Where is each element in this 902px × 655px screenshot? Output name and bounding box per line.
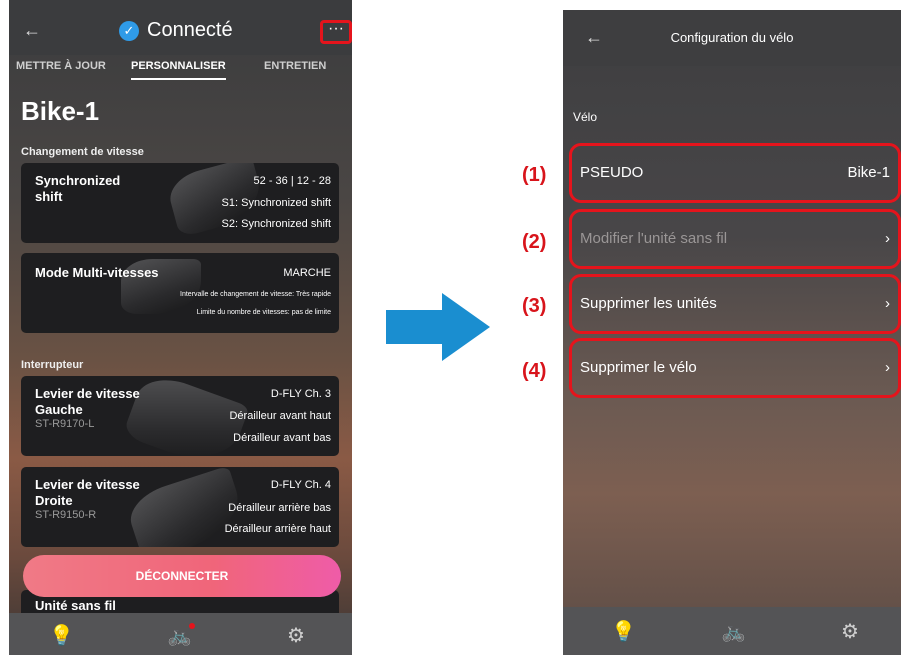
right-arrow-icon [386, 293, 490, 361]
page-title: Configuration du vélo [670, 30, 794, 45]
header: ← ✓ Connecté ··· [9, 0, 352, 55]
card-title: Unité sans fil [35, 598, 116, 613]
right-phone-screen: ← Configuration du vélo Vélo PSEUDO Bike… [563, 10, 901, 655]
bike-icon[interactable]: 🚲 [721, 619, 746, 644]
row-label: PSEUDO [580, 164, 644, 181]
status-label: Connecté [147, 19, 233, 41]
card-detail: Dérailleur arrière bas [228, 502, 331, 514]
card-detail: S1: Synchronized shift [221, 197, 331, 209]
row-label: Supprimer le vélo [580, 359, 697, 376]
tab-bar: METTRE À JOUR PERSONNALISER ENTRETIEN [9, 60, 352, 86]
card-value: 52 - 36 | 12 - 28 [253, 175, 331, 187]
card-detail: Intervalle de changement de vitesse: Trè… [180, 291, 331, 298]
row-value: Bike-1 [847, 164, 890, 181]
header: ← Configuration du vélo [563, 10, 901, 66]
bulb-icon[interactable]: 💡 [49, 623, 74, 648]
card-model: ST-R9170-L [35, 418, 95, 430]
gear-icon[interactable]: ⚙ [287, 623, 305, 648]
card-detail: Dérailleur arrière haut [224, 523, 331, 535]
left-phone-screen: ← ✓ Connecté ··· METTRE À JOUR PERSONNAL… [9, 0, 352, 655]
card-detail: Dérailleur avant haut [229, 410, 331, 422]
card-value: MARCHE [283, 267, 331, 279]
card-value: D-FLY Ch. 4 [270, 479, 331, 491]
callout-number: (2) [522, 231, 547, 253]
tab-maintenance[interactable]: ENTRETIEN [264, 60, 326, 72]
back-arrow-icon[interactable]: ← [23, 20, 41, 41]
gear-icon[interactable]: ⚙ [841, 619, 859, 644]
left-shift-lever-card[interactable]: Levier de vitesse Gauche ST-R9170-L D-FL… [21, 376, 339, 456]
card-value: D-FLY Ch. 3 [270, 388, 331, 400]
tab-update[interactable]: METTRE À JOUR [16, 60, 106, 72]
right-shift-lever-card[interactable]: Levier de vitesse Droite ST-R9150-R D-FL… [21, 467, 339, 547]
chevron-right-icon: › [885, 295, 890, 312]
connection-status: ✓ Connecté [119, 19, 233, 42]
check-icon: ✓ [119, 20, 139, 41]
card-detail: Limite du nombre de vitesses: pas de lim… [196, 309, 331, 316]
callout-number: (4) [522, 360, 547, 382]
section-title-switch: Interrupteur [21, 359, 84, 371]
bottom-nav: 💡 🚲 ⚙ [9, 613, 352, 655]
synchronized-shift-card[interactable]: Synchronized shift 52 - 36 | 12 - 28 S1:… [21, 163, 339, 243]
nickname-row[interactable]: PSEUDO Bike-1 [569, 143, 901, 203]
bulb-icon[interactable]: 💡 [611, 619, 636, 644]
callout-number: (1) [522, 164, 547, 186]
disconnect-button[interactable]: DÉCONNECTER [23, 555, 341, 597]
edit-wireless-unit-row[interactable]: Modifier l'unité sans fil › [569, 209, 901, 269]
card-title: Mode Multi-vitesses [35, 265, 159, 280]
section-title: Vélo [573, 110, 598, 124]
row-label: Modifier l'unité sans fil [580, 230, 728, 247]
card-detail: Dérailleur avant bas [233, 432, 331, 444]
card-model: ST-R9150-R [35, 509, 97, 521]
section-title-shift: Changement de vitesse [21, 146, 144, 158]
chevron-right-icon: › [885, 230, 890, 247]
card-title: Synchronized shift [35, 173, 121, 204]
delete-bike-row[interactable]: Supprimer le vélo › [569, 338, 901, 398]
bottom-nav: 💡 🚲 ⚙ [563, 607, 901, 655]
delete-units-row[interactable]: Supprimer les unités › [569, 274, 901, 334]
row-label: Supprimer les unités [580, 295, 717, 312]
card-title: Levier de vitesse Gauche [35, 386, 140, 417]
page-title: Bike-1 [21, 96, 100, 126]
notification-dot [189, 623, 195, 629]
card-title: Levier de vitesse Droite [35, 477, 140, 508]
chevron-right-icon: › [885, 359, 890, 376]
tab-customize[interactable]: PERSONNALISER [131, 60, 226, 80]
card-detail: S2: Synchronized shift [221, 218, 331, 230]
callout-number: (3) [522, 295, 547, 317]
more-menu-button[interactable]: ··· [320, 20, 352, 44]
multi-shift-mode-card[interactable]: Mode Multi-vitesses MARCHE Intervalle de… [21, 253, 339, 333]
